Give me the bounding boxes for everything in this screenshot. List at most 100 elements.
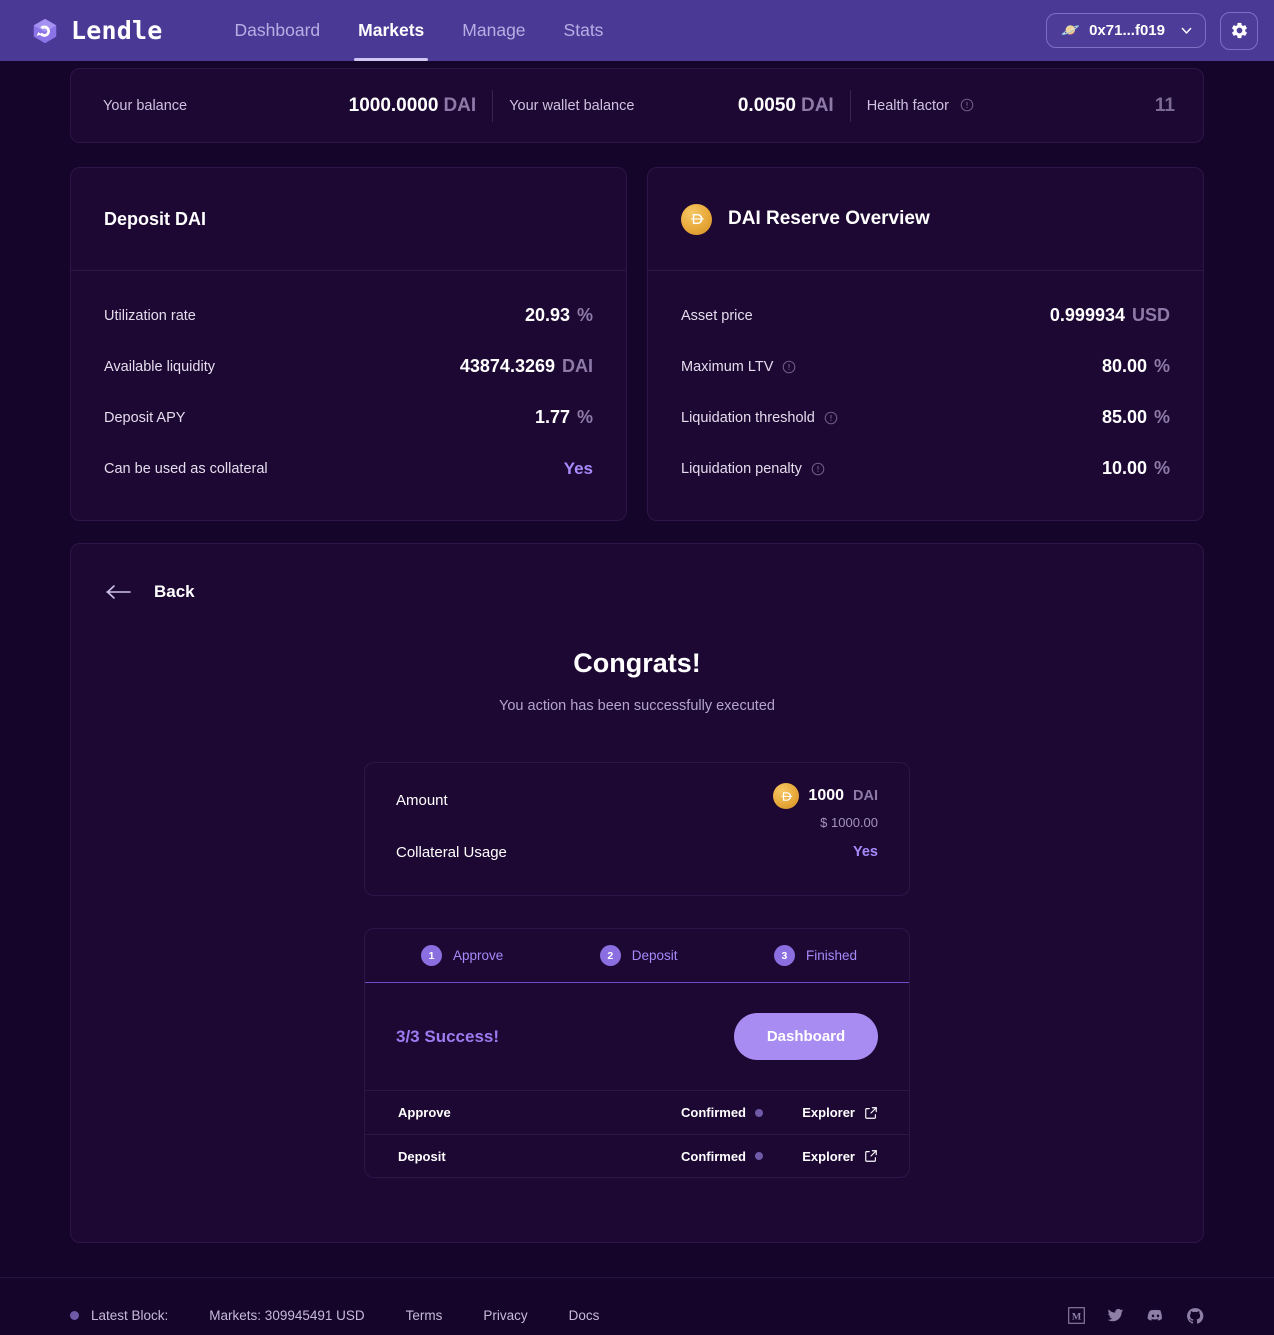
info-icon[interactable] xyxy=(811,462,825,476)
row-label: Deposit APY xyxy=(104,409,186,426)
step-label: Approve xyxy=(453,948,504,963)
transaction-status: Confirmed xyxy=(681,1105,763,1120)
row-unit: % xyxy=(1153,356,1170,376)
health-factor-label: Health factor xyxy=(867,98,974,114)
summary-amount-values: 1000 DAI $ 1000.00 xyxy=(773,783,878,830)
reserve-card-body: Asset price 0.999934 USD Maximum LTV 80.… xyxy=(648,271,1203,520)
markets-value: Markets: 309945491 USD xyxy=(209,1308,365,1323)
brand-logo[interactable]: Lendle xyxy=(30,16,163,46)
success-row: 3/3 Success! Dashboard xyxy=(365,983,909,1091)
transaction-result-panel: Back Congrats! You action has been succe… xyxy=(70,543,1204,1243)
footer-link-terms[interactable]: Terms xyxy=(406,1308,443,1323)
row-unit: % xyxy=(1153,458,1170,478)
main-nav: Dashboard Markets Manage Stats xyxy=(235,0,604,61)
row-unit: % xyxy=(576,407,593,427)
dai-glyph-icon xyxy=(690,214,704,224)
dai-glyph-icon xyxy=(781,791,793,801)
step-label: Finished xyxy=(805,948,857,963)
market-cards-row: Deposit DAI Utilization rate 20.93% Avai… xyxy=(70,167,1204,521)
explorer-link[interactable]: Explorer xyxy=(763,1149,878,1164)
deposit-card-title: Deposit DAI xyxy=(104,208,207,229)
footer-link-docs[interactable]: Docs xyxy=(569,1308,600,1323)
divider xyxy=(492,89,494,122)
row-label: Available liquidity xyxy=(104,358,215,375)
footer-socials: M xyxy=(1068,1307,1204,1325)
row-value: 0.999934 USD xyxy=(1049,305,1170,325)
info-icon[interactable] xyxy=(960,98,974,112)
nav-item-dashboard[interactable]: Dashboard xyxy=(235,0,321,61)
step-approve[interactable]: 1 Approve xyxy=(421,945,503,966)
table-row: Liquidation threshold 85.00% xyxy=(681,392,1170,443)
row-unit: % xyxy=(1153,407,1170,427)
row-value: 85.00% xyxy=(1101,407,1170,427)
divider xyxy=(849,89,851,122)
step-number: 3 xyxy=(773,945,795,966)
brand-name: Lendle xyxy=(71,16,163,45)
your-balance-group: Your balance 1000.0000 DAI xyxy=(103,95,476,117)
wallet-button[interactable]: 🪐 0x71...f019 xyxy=(1046,13,1206,48)
summary-collateral-value: Yes xyxy=(853,844,878,860)
medium-icon: M xyxy=(1068,1307,1085,1324)
step-label: Deposit xyxy=(631,948,678,963)
success-status-text: 3/3 Success! xyxy=(396,1026,500,1046)
page-footer: Latest Block: Markets: 309945491 USD Ter… xyxy=(0,1278,1274,1335)
lendle-logo-icon xyxy=(33,18,57,43)
footer-link-privacy[interactable]: Privacy xyxy=(483,1308,527,1323)
latest-block-dot-icon xyxy=(70,1311,79,1320)
step-finished[interactable]: 3 Finished xyxy=(773,945,857,966)
row-unit: DAI xyxy=(562,356,593,376)
back-button[interactable]: Back xyxy=(104,582,1170,602)
step-deposit[interactable]: 2 Deposit xyxy=(599,945,678,966)
table-row: Utilization rate 20.93% xyxy=(104,290,593,341)
info-icon[interactable] xyxy=(824,411,838,425)
chevron-down-icon xyxy=(1181,27,1192,34)
header-actions: 🪐 0x71...f019 xyxy=(1046,11,1258,50)
medium-link[interactable]: M xyxy=(1068,1307,1085,1324)
github-link[interactable] xyxy=(1186,1307,1204,1325)
dai-coin-icon xyxy=(773,783,800,809)
explorer-link[interactable]: Explorer xyxy=(763,1105,878,1120)
summary-collateral-label: Collateral Usage xyxy=(396,843,507,861)
page-content: Your balance 1000.0000 DAI Your wallet ba… xyxy=(0,68,1274,1243)
transaction-name: Approve xyxy=(398,1105,451,1120)
reserve-card-title: DAI Reserve Overview xyxy=(728,208,930,229)
status-dot-icon xyxy=(755,1152,763,1160)
settings-button[interactable] xyxy=(1220,11,1258,50)
nav-item-manage[interactable]: Manage xyxy=(462,0,525,61)
transaction-summary-card: Amount 1000 DAI $ 1000.00 Collateral Usa… xyxy=(364,762,910,896)
row-label: Liquidation threshold xyxy=(681,410,838,426)
transaction-steps-card: 1 Approve 2 Deposit 3 Finished 3/3 Succe… xyxy=(364,928,910,1178)
dashboard-button[interactable]: Dashboard xyxy=(734,1013,878,1060)
nav-item-stats[interactable]: Stats xyxy=(564,0,604,61)
discord-link[interactable] xyxy=(1146,1307,1165,1324)
external-link-icon xyxy=(865,1150,877,1162)
wallet-balance-unit: DAI xyxy=(800,94,834,116)
summary-amount-value: 1000 xyxy=(808,787,845,804)
table-row: Deposit APY 1.77% xyxy=(104,392,593,443)
discord-icon xyxy=(1147,1309,1162,1321)
reserve-card-header: DAI Reserve Overview xyxy=(648,168,1203,271)
row-value: 10.00% xyxy=(1101,458,1170,478)
row-value: 80.00% xyxy=(1101,356,1170,376)
back-label: Back xyxy=(154,582,195,601)
info-icon[interactable] xyxy=(782,360,796,374)
summary-amount-usd: $ 1000.00 xyxy=(820,815,878,830)
transaction-name: Deposit xyxy=(398,1148,446,1164)
row-label: Maximum LTV xyxy=(681,359,796,375)
table-row: Maximum LTV 80.00% xyxy=(681,341,1170,392)
your-balance-label: Your balance xyxy=(103,97,188,114)
row-label: Utilization rate xyxy=(104,307,196,324)
table-row: Deposit Confirmed Explorer xyxy=(365,1134,909,1177)
dai-coin-icon xyxy=(681,203,712,235)
row-value: 1.77% xyxy=(534,407,593,427)
nav-item-markets[interactable]: Markets xyxy=(354,0,429,61)
row-value: 20.93% xyxy=(524,305,593,325)
svg-text:M: M xyxy=(1072,1311,1082,1322)
table-row: Liquidation penalty 10.00% xyxy=(681,443,1170,494)
wallet-balance-label: Your wallet balance xyxy=(509,97,635,114)
wallet-avatar-icon: 🪐 xyxy=(1061,22,1081,39)
arrow-left-icon xyxy=(106,585,131,599)
your-balance-value: 1000.0000 DAI xyxy=(348,94,477,116)
twitter-link[interactable] xyxy=(1106,1307,1125,1324)
row-value: 43874.3269 DAI xyxy=(459,356,593,376)
